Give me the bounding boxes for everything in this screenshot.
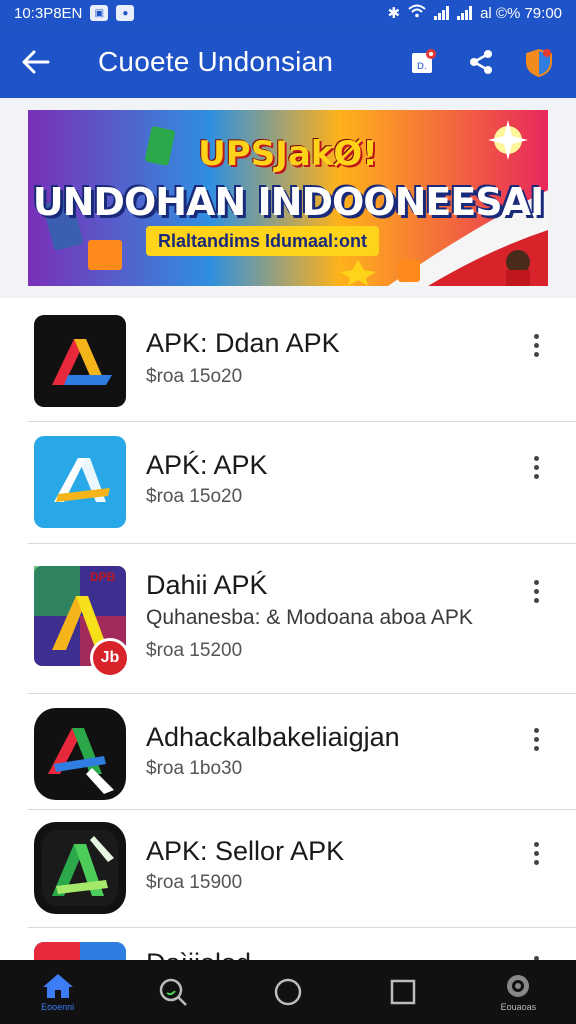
icon-top-label: DPB xyxy=(90,570,116,584)
banner-area: UPSJakØ! UNDOHAN INDOONEESAI Rlaltandims… xyxy=(0,98,576,298)
nav-settings-label: Eouaoas xyxy=(500,1002,537,1012)
app-name: APK: Sellor APK xyxy=(146,836,345,866)
app-name: APḰ: APK xyxy=(146,450,268,480)
svg-text:D.: D. xyxy=(417,62,427,72)
app-meta: $roa 15900 xyxy=(146,872,243,893)
more-vert-icon[interactable] xyxy=(522,836,550,870)
app-list: APK: Ddan APK $roa 15o20 APḰ: APK $roa … xyxy=(0,298,576,988)
nav-system-home[interactable] xyxy=(250,960,326,1024)
more-vert-icon[interactable] xyxy=(522,450,550,484)
apk-app-icon xyxy=(34,315,126,407)
banner-headline: UNDOHAN INDOONEESAI xyxy=(32,180,544,224)
nav-settings[interactable]: Eouaoas xyxy=(480,960,556,1024)
status-bar: 10:3P8EN ▣ ● ✱ al ©% 79:00 xyxy=(0,0,576,26)
app-meta: $roa 15o20 xyxy=(146,486,243,507)
apk-app-icon xyxy=(34,822,126,914)
app-name: Adhackalbakeliaigjan xyxy=(146,722,400,752)
list-item[interactable]: Adhackalbakeliaigjan $roa 1bo30 xyxy=(28,694,576,810)
more-vert-icon[interactable] xyxy=(522,328,550,362)
app-badge-icon: Jb xyxy=(90,638,130,678)
apk-app-icon: DPB Jb xyxy=(34,566,130,678)
back-arrow-icon[interactable] xyxy=(16,42,56,82)
nav-search[interactable] xyxy=(135,960,211,1024)
bottom-navigation: Eooenni Eouaoas xyxy=(0,960,576,1024)
list-item[interactable]: DPB Jb Dahii APḰ Quhanesba: & Modoana a… xyxy=(28,544,576,694)
square-recents-icon xyxy=(390,979,416,1005)
app-subtitle: Quhanesba: & Modoana aboa APK xyxy=(146,606,473,629)
status-right-text: al ©% 79:00 xyxy=(480,4,562,22)
apk-app-icon xyxy=(34,436,126,528)
app-bar: Cuoete Undonsian D. xyxy=(0,26,576,98)
list-item[interactable]: APK: Ddan APK $roa 15o20 xyxy=(28,298,576,422)
circle-home-icon xyxy=(274,978,302,1006)
page-title: Cuoete Undonsian xyxy=(98,46,334,77)
more-vert-icon[interactable] xyxy=(522,574,550,608)
banner-subline: Rlaltandims Idumaal:ont xyxy=(146,226,380,256)
apk-app-icon xyxy=(34,708,126,800)
bluetooth-icon: ✱ xyxy=(387,5,401,22)
list-item[interactable]: APK: Sellor APK $roa 15900 xyxy=(28,810,576,928)
list-item[interactable]: APḰ: APK $roa 15o20 xyxy=(28,422,576,544)
nav-home[interactable]: Eooenni xyxy=(20,960,96,1024)
settings-icon xyxy=(507,975,530,997)
share-icon[interactable] xyxy=(464,45,498,79)
app-name: Dahii APḰ xyxy=(146,570,268,600)
app-meta: $roa 15200 xyxy=(146,640,243,661)
app-meta: $roa 1bo30 xyxy=(146,758,243,779)
shield-icon[interactable] xyxy=(522,45,556,79)
message-notification-icon: ● xyxy=(116,5,135,21)
banner-headline-top: UPSJakØ! xyxy=(198,134,378,174)
search-icon xyxy=(159,978,187,1006)
signal-icon-2 xyxy=(457,6,473,20)
wifi-icon xyxy=(408,4,426,22)
app-name: APK: Ddan APK xyxy=(146,328,340,358)
home-icon xyxy=(42,974,73,998)
more-vert-icon[interactable] xyxy=(522,722,550,756)
nav-recents[interactable] xyxy=(365,960,441,1024)
nav-home-label: Eooenni xyxy=(41,1002,75,1012)
status-time: 10:3P8EN xyxy=(14,4,83,22)
promo-banner[interactable]: UPSJakØ! UNDOHAN INDOONEESAI Rlaltandims… xyxy=(28,110,548,286)
app-meta: $roa 15o20 xyxy=(146,366,243,387)
signal-icon-1 xyxy=(434,6,450,20)
gallery-notification-icon: ▣ xyxy=(90,5,109,21)
notification-icon[interactable]: D. xyxy=(406,45,440,79)
